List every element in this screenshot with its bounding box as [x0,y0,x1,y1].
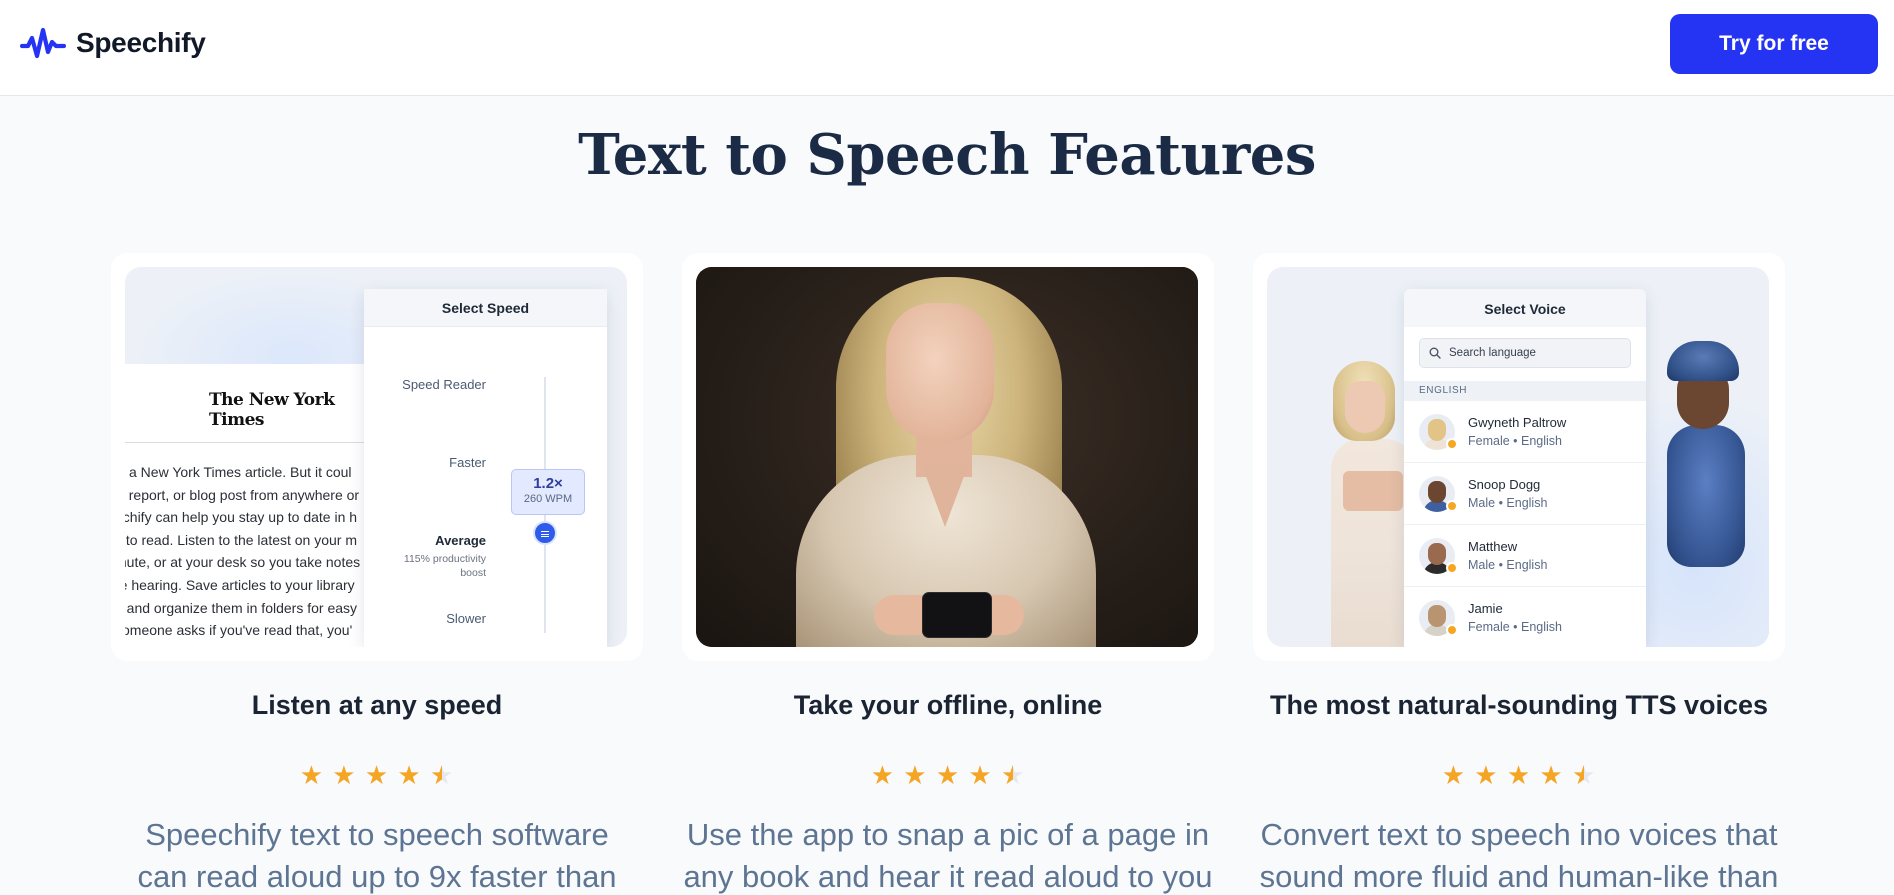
speed-option-slower[interactable]: Slower [446,611,486,626]
voice-name: Jamie [1468,601,1503,616]
premium-badge-icon [1446,624,1458,636]
feature-card-speed: The New York Times is a New York Times a… [111,253,643,661]
half-star-icon: ★ [1571,760,1597,790]
panel-title: Select Voice [1404,289,1646,327]
voice-meta: Male • English [1468,496,1548,510]
article-line: t, and organize them in folders for easy [125,599,358,616]
speed-mockup: The New York Times is a New York Times a… [125,267,627,647]
site-header: Speechify Try for free [0,0,1894,96]
speed-slider-handle[interactable] [533,521,557,545]
newspaper-logo: The New York Times [209,390,335,430]
feature-title: Listen at any speed [251,690,503,720]
voice-meta: Female • English [1468,620,1563,634]
half-star-icon: ★ [1000,760,1026,790]
article-line: y, report, or blog post from anywhere or [125,486,360,503]
article-line: mute, or at your desk so you take notes [125,554,361,571]
feature-description: Convert text to speech ino voices that s… [1259,817,1779,894]
select-speed-panel: Select Speed Speed Reader Faster Average… [364,289,607,647]
brand-name: Speechify [76,27,206,58]
voice-meta: Female • English [1468,434,1563,448]
speed-average-subtitle: 115% productivity boost [403,553,486,579]
star-rating: ★ ★ ★ ★ ★ [682,760,1214,791]
star-rating: ★ ★ ★ ★ ★ [111,760,643,791]
star-icon: ★ [1441,760,1467,790]
drag-handle-icon [541,531,549,537]
voice-item-snoop-dogg[interactable]: Snoop Dogg Male • English [1404,463,1646,525]
celebrity-image-right [1647,341,1757,567]
speed-wpm: 260 WPM [523,493,573,505]
panel-title: Select Speed [364,289,607,327]
voice-item-matthew[interactable]: Matthew Male • English [1404,525,1646,587]
premium-badge-icon [1446,562,1458,574]
search-icon [1429,347,1441,359]
feature-description: Use the app to snap a pic of a page in a… [683,817,1213,894]
star-icon: ★ [1474,760,1499,790]
star-icon: ★ [903,760,928,790]
search-language-input[interactable] [1449,339,1627,367]
article-line: echify can help you stay up to date in h [125,509,358,526]
article-line: is a New York Times article. But it coul [125,464,352,480]
star-icon: ★ [968,760,993,790]
article-line: re hearing. Save articles to your librar… [125,576,355,593]
speed-option-average[interactable]: Average [435,533,486,548]
woman-with-phone-photo [696,267,1198,647]
speechify-logo[interactable]: Speechify [20,26,206,60]
voice-meta: Male • English [1468,558,1548,572]
speed-option-faster[interactable]: Faster [449,455,486,470]
premium-badge-icon [1446,500,1458,512]
star-icon: ★ [870,760,896,790]
star-icon: ★ [1506,760,1532,790]
feature-title: The most natural-sounding TTS voices [1269,690,1769,720]
select-voice-panel: Select Voice ENGLISH Gwyneth Paltrow Fem… [1404,289,1646,647]
star-rating: ★ ★ ★ ★ ★ [1253,760,1785,791]
star-icon: ★ [397,760,422,790]
article-page: The New York Times is a New York Times a… [125,364,365,647]
voices-mockup: Select Voice ENGLISH Gwyneth Paltrow Fem… [1267,267,1769,647]
try-for-free-button[interactable]: Try for free [1670,14,1878,74]
feature-description: Speechify text to speech software can re… [137,817,617,894]
voice-name: Snoop Dogg [1468,477,1541,492]
article-text: is a New York Times article. But it coul… [125,461,375,642]
section-title: Text to Speech Features [578,122,1316,188]
star-icon: ★ [299,760,325,790]
speed-value-bubble: 1.2× 260 WPM [511,469,585,515]
speed-multiplier: 1.2× [533,475,563,492]
feature-card-offline [682,253,1214,661]
article-line: someone asks if you've read that, you' [125,622,353,639]
voice-name: Matthew [1468,539,1518,554]
divider [125,442,365,443]
soundwave-logo-icon [20,27,66,59]
smartphone-image [922,592,992,638]
star-icon: ★ [935,760,961,790]
voice-item-jamie[interactable]: Jamie Female • English [1404,587,1646,647]
article-line: s to read. Listen to the latest on your … [125,531,358,548]
premium-badge-icon [1446,438,1458,450]
star-icon: ★ [1539,760,1564,790]
speed-option-speed-reader[interactable]: Speed Reader [402,377,486,392]
feature-title: Take your offline, online [793,690,1103,720]
voice-name: Gwyneth Paltrow [1468,415,1567,430]
language-group-header: ENGLISH [1404,381,1646,401]
language-search[interactable] [1419,338,1631,368]
feature-card-voices: Select Voice ENGLISH Gwyneth Paltrow Fem… [1253,253,1785,661]
voice-item-gwyneth-paltrow[interactable]: Gwyneth Paltrow Female • English [1404,401,1646,463]
half-star-icon: ★ [429,760,455,790]
star-icon: ★ [332,760,357,790]
star-icon: ★ [364,760,390,790]
